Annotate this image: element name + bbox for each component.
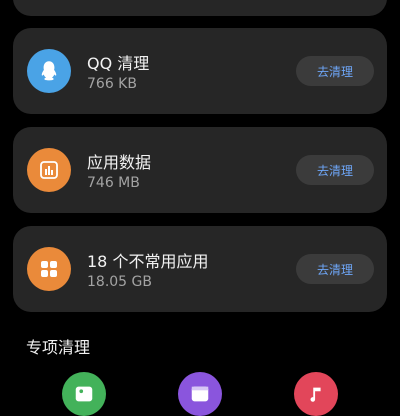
bar-chart-icon [27,148,71,192]
qq-penguin-icon [27,49,71,93]
item-size: 766 KB [87,76,137,92]
item-size: 18.05 GB [87,274,152,290]
clean-button[interactable]: 去清理 [296,155,374,185]
item-title: 18 个不常用应用 [87,252,209,271]
item-title: 应用数据 [87,153,152,172]
clean-button[interactable]: 去清理 [296,254,374,284]
previous-card [13,0,387,16]
cleanup-card-unused-apps[interactable]: 18 个不常用应用 18.05 GB 去清理 [13,226,387,312]
section-title: 专项清理 [26,338,91,357]
app-grid-icon [27,247,71,291]
clean-button[interactable]: 去清理 [296,56,374,86]
cleanup-card-qq[interactable]: QQ 清理 766 KB 去清理 [13,28,387,114]
cleanup-card-app-data[interactable]: 应用数据 746 MB 去清理 [13,127,387,213]
photo-icon[interactable] [62,372,106,416]
item-size: 746 MB [87,175,140,191]
video-icon[interactable] [178,372,222,416]
item-title: QQ 清理 [87,54,150,73]
music-icon[interactable] [294,372,338,416]
